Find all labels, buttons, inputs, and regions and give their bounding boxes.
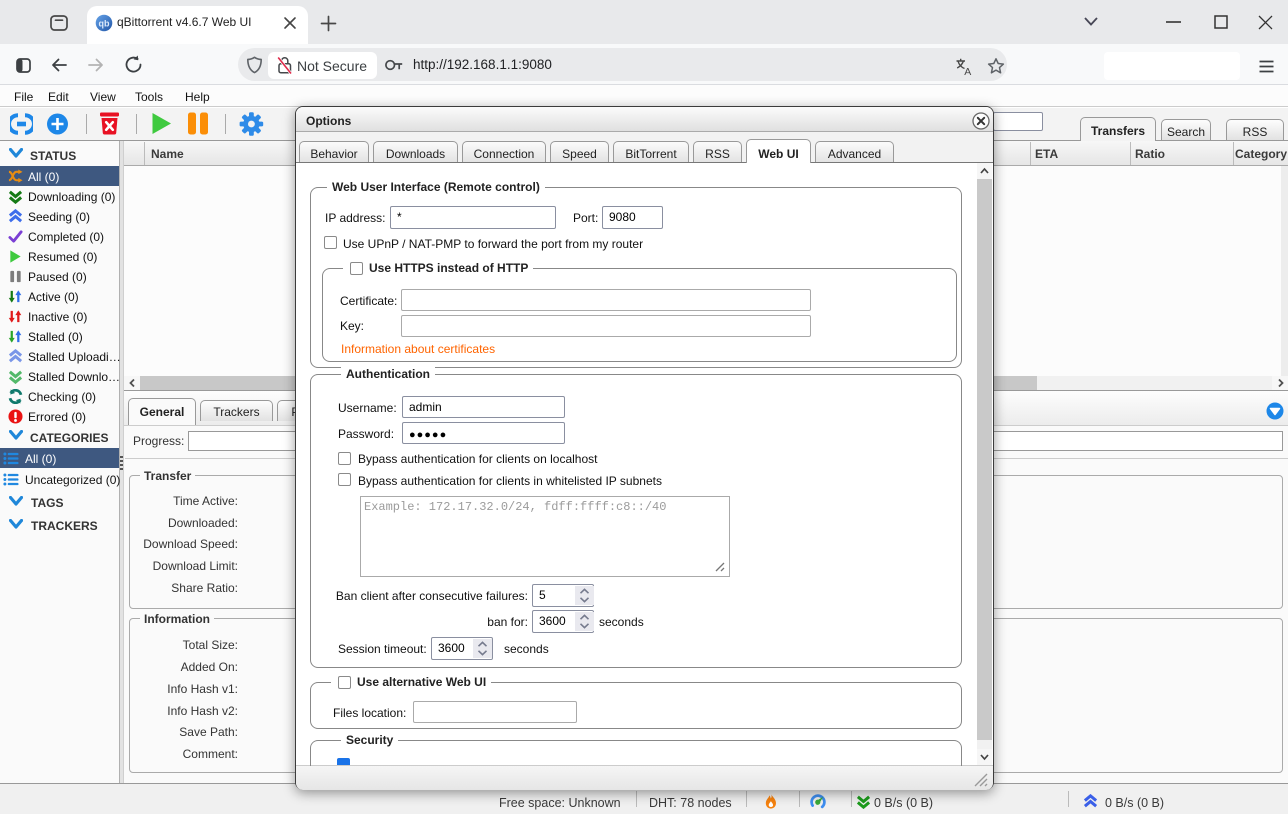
svg-text:A: A (964, 66, 971, 76)
svg-text:qb: qb (99, 18, 110, 28)
